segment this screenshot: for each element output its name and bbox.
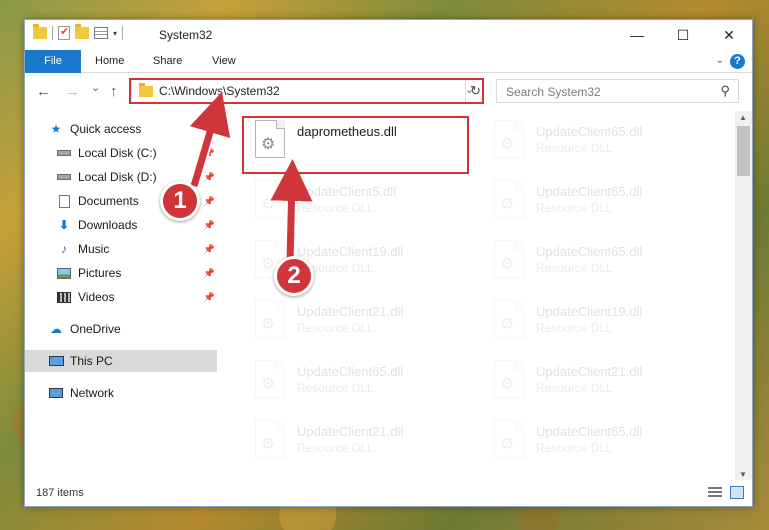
step-2-badge: 2: [274, 256, 314, 296]
annotation-arrows: [188, 91, 313, 268]
step-1-badge: 1: [160, 181, 200, 221]
arrow-2: [270, 159, 313, 263]
arrow-1: [189, 91, 231, 187]
